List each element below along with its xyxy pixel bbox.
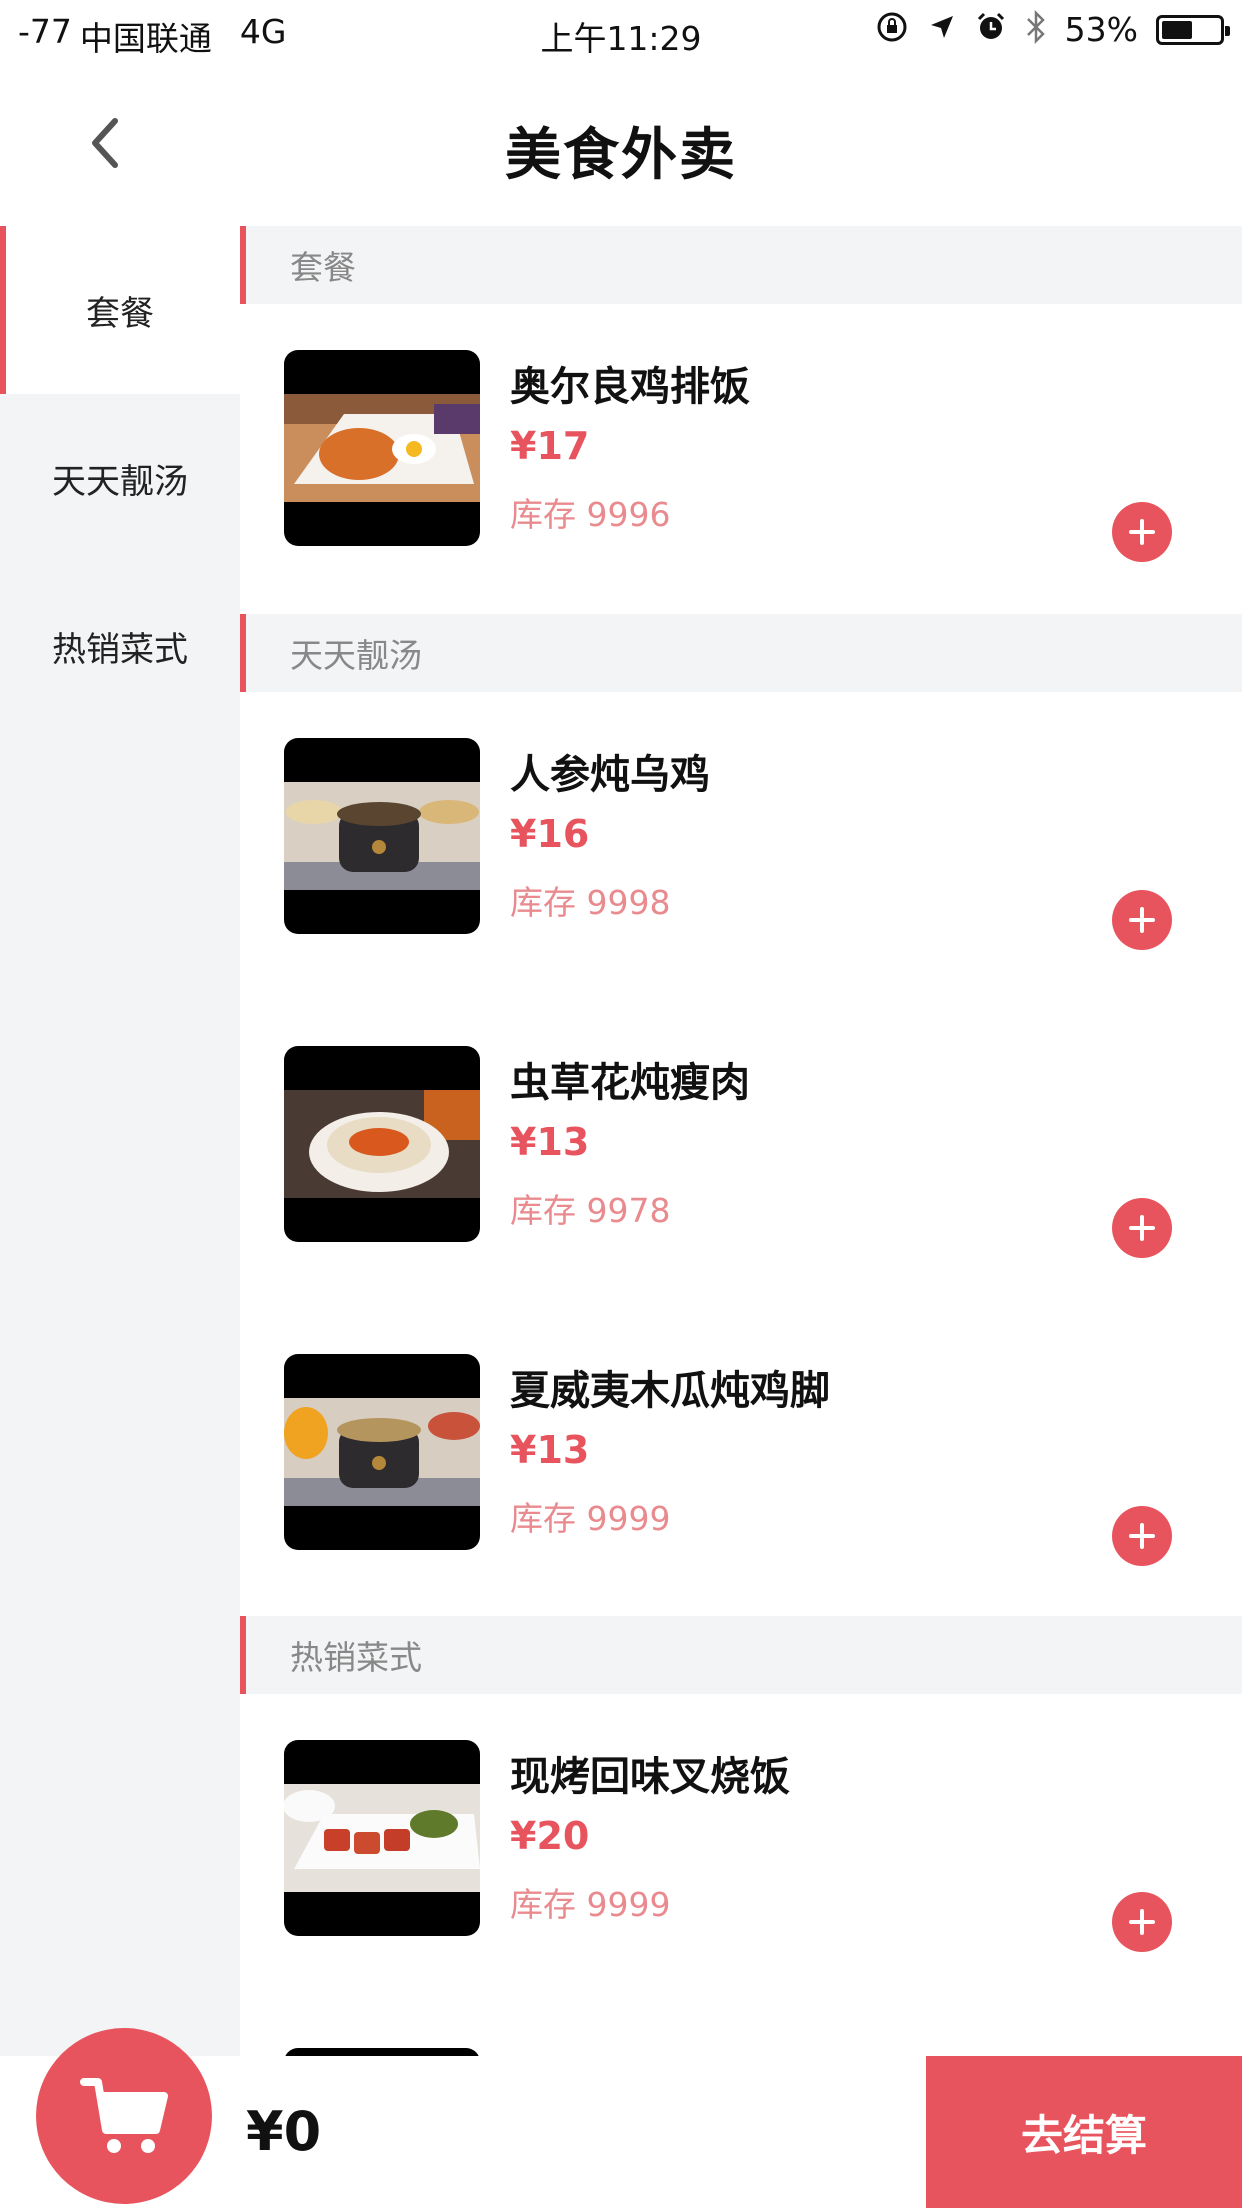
sidebar-item-label: 套餐 bbox=[86, 293, 154, 334]
shopping-cart-icon bbox=[80, 2078, 168, 2153]
item-stock: 库存 9999 bbox=[510, 1499, 671, 1538]
item-name: 虫草花炖瘦肉 bbox=[510, 1060, 750, 1106]
sidebar-item-hot-dishes[interactable]: 热销菜式 bbox=[0, 562, 240, 730]
bottom-bar: ¥0 去结算 bbox=[0, 2028, 1242, 2208]
cart-button[interactable] bbox=[36, 2028, 212, 2204]
category-sidebar: 套餐 天天靓汤 热销菜式 bbox=[0, 226, 240, 2056]
add-to-cart-button[interactable] bbox=[1112, 502, 1172, 562]
add-to-cart-button[interactable] bbox=[1112, 1506, 1172, 1566]
add-to-cart-button[interactable] bbox=[1112, 890, 1172, 950]
item-price: ¥16 bbox=[510, 812, 590, 856]
sidebar-item-label: 天天靓汤 bbox=[52, 461, 188, 502]
plus-icon bbox=[1129, 907, 1155, 933]
battery-icon bbox=[1156, 14, 1230, 45]
sidebar-item-label: 热销菜式 bbox=[52, 629, 188, 670]
item-name: 现烤回味叉烧饭 bbox=[510, 1754, 790, 1800]
food-image-chicken-cutlet-rice[interactable] bbox=[284, 350, 480, 546]
list-item: 夏威夷木瓜炖鸡脚 ¥13 库存 9999 bbox=[240, 1308, 1242, 1616]
item-name: 奥尔良鸡排饭 bbox=[510, 364, 750, 410]
section-header-combo: 套餐 bbox=[240, 226, 1242, 304]
nav-bar: 美食外卖 bbox=[0, 64, 1242, 226]
food-image-papaya-chicken-feet-soup[interactable] bbox=[284, 1354, 480, 1550]
item-price: ¥20 bbox=[510, 1814, 590, 1858]
status-bar: -77 中国联通 4G 上午11:29 53% bbox=[0, 0, 1242, 64]
page-title: 美食外卖 bbox=[505, 123, 737, 188]
alarm-icon bbox=[975, 11, 1007, 48]
cart-total: ¥0 bbox=[246, 2100, 322, 2163]
item-price: ¥13 bbox=[510, 1120, 590, 1164]
section-header-soup: 天天靓汤 bbox=[240, 614, 1242, 692]
list-item: 人参炖乌鸡 ¥16 库存 9998 bbox=[240, 692, 1242, 1000]
food-image-cordyceps-pork-soup[interactable] bbox=[284, 1046, 480, 1242]
location-arrow-icon bbox=[927, 12, 957, 47]
item-stock: 库存 9999 bbox=[510, 1885, 671, 1924]
sidebar-item-soup[interactable]: 天天靓汤 bbox=[0, 394, 240, 562]
battery-level bbox=[1162, 20, 1192, 39]
food-image-char-siu-rice[interactable] bbox=[284, 1740, 480, 1936]
menu-list[interactable]: 套餐 奥尔良鸡排饭 ¥17 库存 9996 天天靓汤 人参炖乌鸡 ¥16 库存 … bbox=[240, 226, 1242, 2056]
status-bar-right: 53% bbox=[875, 9, 1230, 49]
bluetooth-icon bbox=[1025, 9, 1047, 49]
plus-icon bbox=[1129, 1523, 1155, 1549]
item-stock: 库存 9996 bbox=[510, 495, 671, 534]
add-to-cart-button[interactable] bbox=[1112, 1198, 1172, 1258]
plus-icon bbox=[1129, 1909, 1155, 1935]
food-image-ginseng-chicken-soup[interactable] bbox=[284, 738, 480, 934]
orientation-lock-icon bbox=[875, 10, 909, 49]
add-to-cart-button[interactable] bbox=[1112, 1892, 1172, 1952]
item-price: ¥13 bbox=[510, 1428, 590, 1472]
item-name: 夏威夷木瓜炖鸡脚 bbox=[510, 1368, 830, 1414]
section-header-hot-dishes: 热销菜式 bbox=[240, 1616, 1242, 1694]
checkout-button[interactable]: 去结算 bbox=[926, 2056, 1242, 2208]
list-item: 现烤回味叉烧饭 ¥20 库存 9999 bbox=[240, 1694, 1242, 2002]
sidebar-item-combo[interactable]: 套餐 bbox=[0, 226, 240, 394]
item-stock: 库存 9998 bbox=[510, 883, 671, 922]
plus-icon bbox=[1129, 1215, 1155, 1241]
battery-percent: 53% bbox=[1064, 10, 1138, 49]
item-name: 人参炖乌鸡 bbox=[510, 752, 710, 798]
plus-icon bbox=[1129, 519, 1155, 545]
list-item: 奥尔良鸡排饭 ¥17 库存 9996 bbox=[240, 304, 1242, 614]
list-item bbox=[240, 2002, 1242, 2056]
item-price: ¥17 bbox=[510, 424, 590, 468]
list-item: 虫草花炖瘦肉 ¥13 库存 9978 bbox=[240, 1000, 1242, 1308]
food-image-partial[interactable] bbox=[284, 2048, 480, 2056]
item-stock: 库存 9978 bbox=[510, 1191, 671, 1230]
